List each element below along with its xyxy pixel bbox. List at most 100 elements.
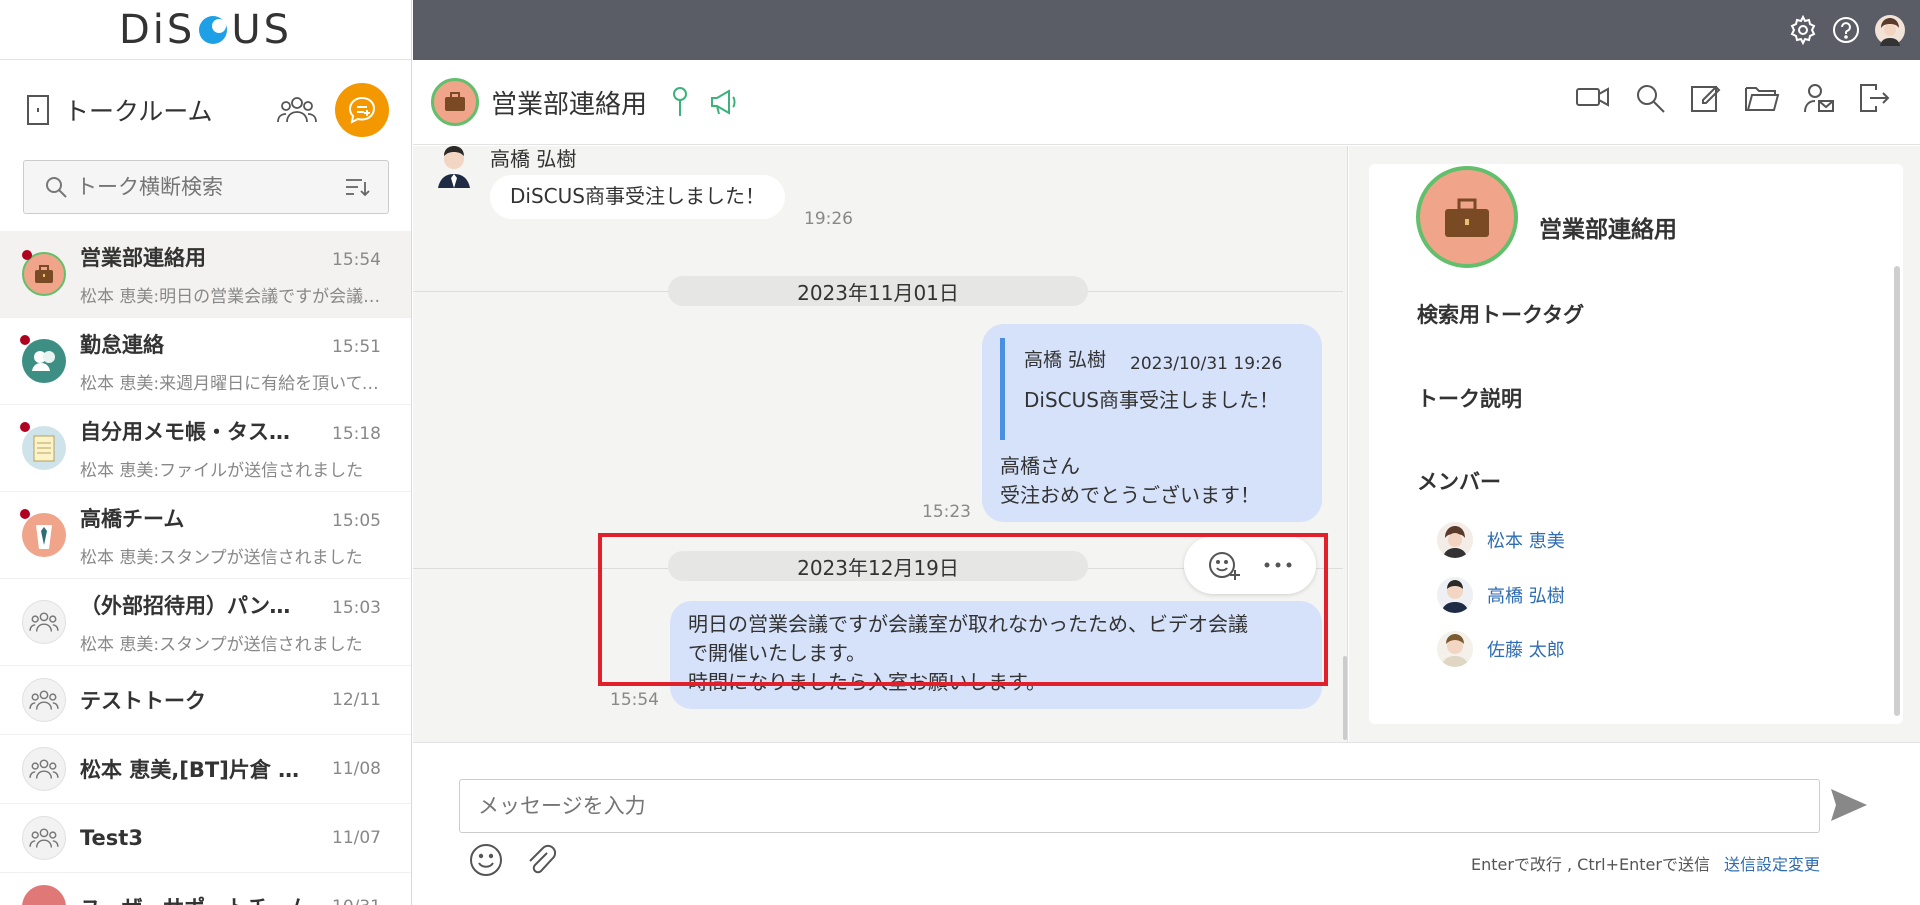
attachment-icon[interactable] bbox=[523, 843, 557, 877]
message-line: 高橋さん bbox=[1000, 454, 1080, 478]
logo-text-left: DiS bbox=[119, 6, 196, 53]
room-title: 営業部連絡用 bbox=[491, 89, 648, 120]
room-time: 12/11 bbox=[332, 690, 381, 710]
megaphone-icon[interactable] bbox=[709, 88, 741, 116]
emoji-icon[interactable] bbox=[469, 843, 503, 877]
settings-gear-icon[interactable] bbox=[1788, 15, 1818, 45]
room-item[interactable]: ユーザーサポートチーム 10/31 bbox=[0, 873, 411, 905]
member-item[interactable]: 佐藤 太郎 bbox=[1437, 631, 1565, 667]
room-name: 自分用メモ帳・タスク管理 bbox=[80, 419, 310, 444]
room-item[interactable]: 松本 恵美,[BT]片倉 隆太 11/08 bbox=[0, 735, 411, 804]
sort-icon[interactable] bbox=[344, 176, 370, 198]
members-icon[interactable] bbox=[277, 94, 317, 126]
unread-dot bbox=[20, 509, 30, 519]
group-icon bbox=[22, 600, 66, 644]
room-name: 営業部連絡用 bbox=[80, 245, 206, 270]
member-item[interactable]: 高橋 弘樹 bbox=[1437, 577, 1565, 613]
room-name: テストトーク bbox=[80, 689, 206, 713]
room-time: 15:03 bbox=[332, 597, 381, 618]
room-name: 勤怠連絡 bbox=[80, 332, 164, 357]
room-last-message: 松本 恵美:スタンプが送信されました bbox=[80, 547, 363, 568]
quote-bar bbox=[1000, 338, 1005, 440]
room-last-message: 松本 恵美:明日の営業会議ですが会議室が取れなかったため bbox=[80, 286, 381, 307]
room-time: 10/31 bbox=[332, 897, 381, 905]
group-icon bbox=[22, 747, 66, 791]
logo-mark-icon bbox=[197, 14, 229, 46]
room-name: 高橋チーム bbox=[80, 506, 185, 531]
app-logo[interactable]: DiS US bbox=[0, 0, 411, 60]
room-item[interactable]: 高橋チーム 15:05 松本 恵美:スタンプが送信されました bbox=[0, 492, 411, 579]
chat-area: 高橋 弘樹 DiSCUS商事受注しました！ 19:26 2023年11月01日 … bbox=[413, 146, 1348, 742]
message-composer: Enterで改行 , Ctrl+Enterで送信送信設定変更 bbox=[413, 742, 1920, 905]
room-time: 11/08 bbox=[332, 759, 381, 779]
avatar bbox=[1437, 577, 1473, 613]
group-icon bbox=[22, 816, 66, 860]
reply-message-bubble[interactable]: 高橋 弘樹 2023/10/31 19:26 DiSCUS商事受注しました！ 高… bbox=[982, 324, 1322, 522]
highlight-box bbox=[598, 533, 1328, 686]
room-item[interactable]: Test3 11/07 bbox=[0, 804, 411, 873]
member-name: 松本 恵美 bbox=[1487, 531, 1565, 552]
talk-search-input[interactable] bbox=[76, 175, 344, 199]
description-label: トーク説明 bbox=[1417, 387, 1522, 411]
unread-dot bbox=[20, 335, 30, 345]
quote-text: DiSCUS商事受注しました！ bbox=[1024, 388, 1279, 412]
search-icon bbox=[44, 175, 68, 199]
room-last-message: 松本 恵美:ファイルが送信されました bbox=[80, 460, 364, 481]
new-talk-button[interactable] bbox=[335, 83, 389, 137]
room-item[interactable]: 自分用メモ帳・タスク管理 15:18 松本 恵美:ファイルが送信されました bbox=[0, 405, 411, 492]
pin-icon[interactable] bbox=[669, 86, 691, 118]
room-last-message: 松本 恵美:来週月曜日に有給を頂いてもよろしいでしょうか bbox=[80, 373, 381, 394]
message-bubble[interactable]: DiSCUS商事受注しました！ bbox=[490, 175, 785, 219]
message-time: 19:26 bbox=[804, 209, 853, 229]
video-call-icon[interactable] bbox=[1575, 82, 1611, 114]
unread-dot bbox=[20, 422, 30, 432]
send-settings-link[interactable]: 送信設定変更 bbox=[1724, 855, 1820, 874]
room-time: 15:54 bbox=[332, 249, 381, 270]
room-item[interactable]: 勤怠連絡 15:51 松本 恵美:来週月曜日に有給を頂いてもよろしいでしょうか bbox=[0, 318, 411, 405]
members-label: メンバー bbox=[1417, 470, 1501, 494]
member-name: 高橋 弘樹 bbox=[1487, 586, 1565, 607]
message-time: 15:23 bbox=[922, 502, 971, 522]
room-time: 11/07 bbox=[332, 828, 381, 848]
room-time: 15:18 bbox=[332, 423, 381, 444]
room-item[interactable]: （外部招待用）パンフレット制作 15:03 松本 恵美:スタンプが送信されました bbox=[0, 579, 411, 666]
talk-search-box[interactable] bbox=[23, 160, 389, 214]
room-header: 営業部連絡用 bbox=[413, 60, 1920, 145]
leave-room-icon[interactable] bbox=[1858, 82, 1890, 114]
avatar bbox=[1437, 631, 1473, 667]
room-time: 15:51 bbox=[332, 336, 381, 357]
sender-name: 高橋 弘樹 bbox=[490, 147, 577, 171]
user-avatar[interactable] bbox=[1874, 14, 1906, 46]
message-input[interactable] bbox=[459, 779, 1820, 833]
help-icon[interactable] bbox=[1832, 16, 1860, 44]
room-avatar[interactable] bbox=[431, 78, 479, 126]
detail-panel: 営業部連絡用 検索用トークタグ トーク説明 メンバー 松本 恵美 高橋 弘樹 佐… bbox=[1349, 146, 1920, 742]
tags-label: 検索用トークタグ bbox=[1417, 303, 1585, 327]
sidebar: DiS US トークルーム トーク横断検索 営業部連絡用 15:54 松本 恵美… bbox=[0, 0, 412, 905]
message-time: 15:54 bbox=[610, 690, 659, 710]
quote-time: 2023/10/31 19:26 bbox=[1130, 354, 1283, 374]
folder-icon[interactable] bbox=[1744, 82, 1780, 114]
top-bar bbox=[413, 0, 1920, 60]
unread-dot bbox=[22, 250, 32, 260]
detail-room-name: 営業部連絡用 bbox=[1539, 217, 1677, 243]
send-hint-text: Enterで改行 , Ctrl+Enterで送信 bbox=[1470, 855, 1710, 874]
search-icon[interactable] bbox=[1634, 82, 1666, 114]
room-item[interactable]: テストトーク 12/11 bbox=[0, 666, 411, 735]
detail-scrollbar[interactable] bbox=[1894, 266, 1900, 716]
room-list: 営業部連絡用 15:54 松本 恵美:明日の営業会議ですが会議室が取れなかったため… bbox=[0, 231, 411, 905]
room-item[interactable]: 営業部連絡用 15:54 松本 恵美:明日の営業会議ですが会議室が取れなかったため bbox=[0, 231, 411, 318]
chat-scrollbar[interactable] bbox=[1343, 656, 1347, 740]
room-name: Test3 bbox=[80, 826, 143, 850]
room-last-message: 松本 恵美:スタンプが送信されました bbox=[80, 634, 363, 655]
sender-avatar[interactable] bbox=[435, 146, 473, 188]
logo-text-right: US bbox=[231, 6, 292, 53]
room-name: （外部招待用）パンフレット制作 bbox=[80, 593, 310, 618]
door-icon bbox=[24, 94, 56, 126]
room-name: ユーザーサポートチーム bbox=[80, 892, 310, 905]
edit-icon[interactable] bbox=[1689, 82, 1721, 114]
send-icon[interactable] bbox=[1829, 787, 1869, 823]
member-item[interactable]: 松本 恵美 bbox=[1437, 522, 1565, 558]
member-mail-icon[interactable] bbox=[1803, 82, 1835, 114]
room-avatar-large bbox=[1416, 166, 1518, 268]
